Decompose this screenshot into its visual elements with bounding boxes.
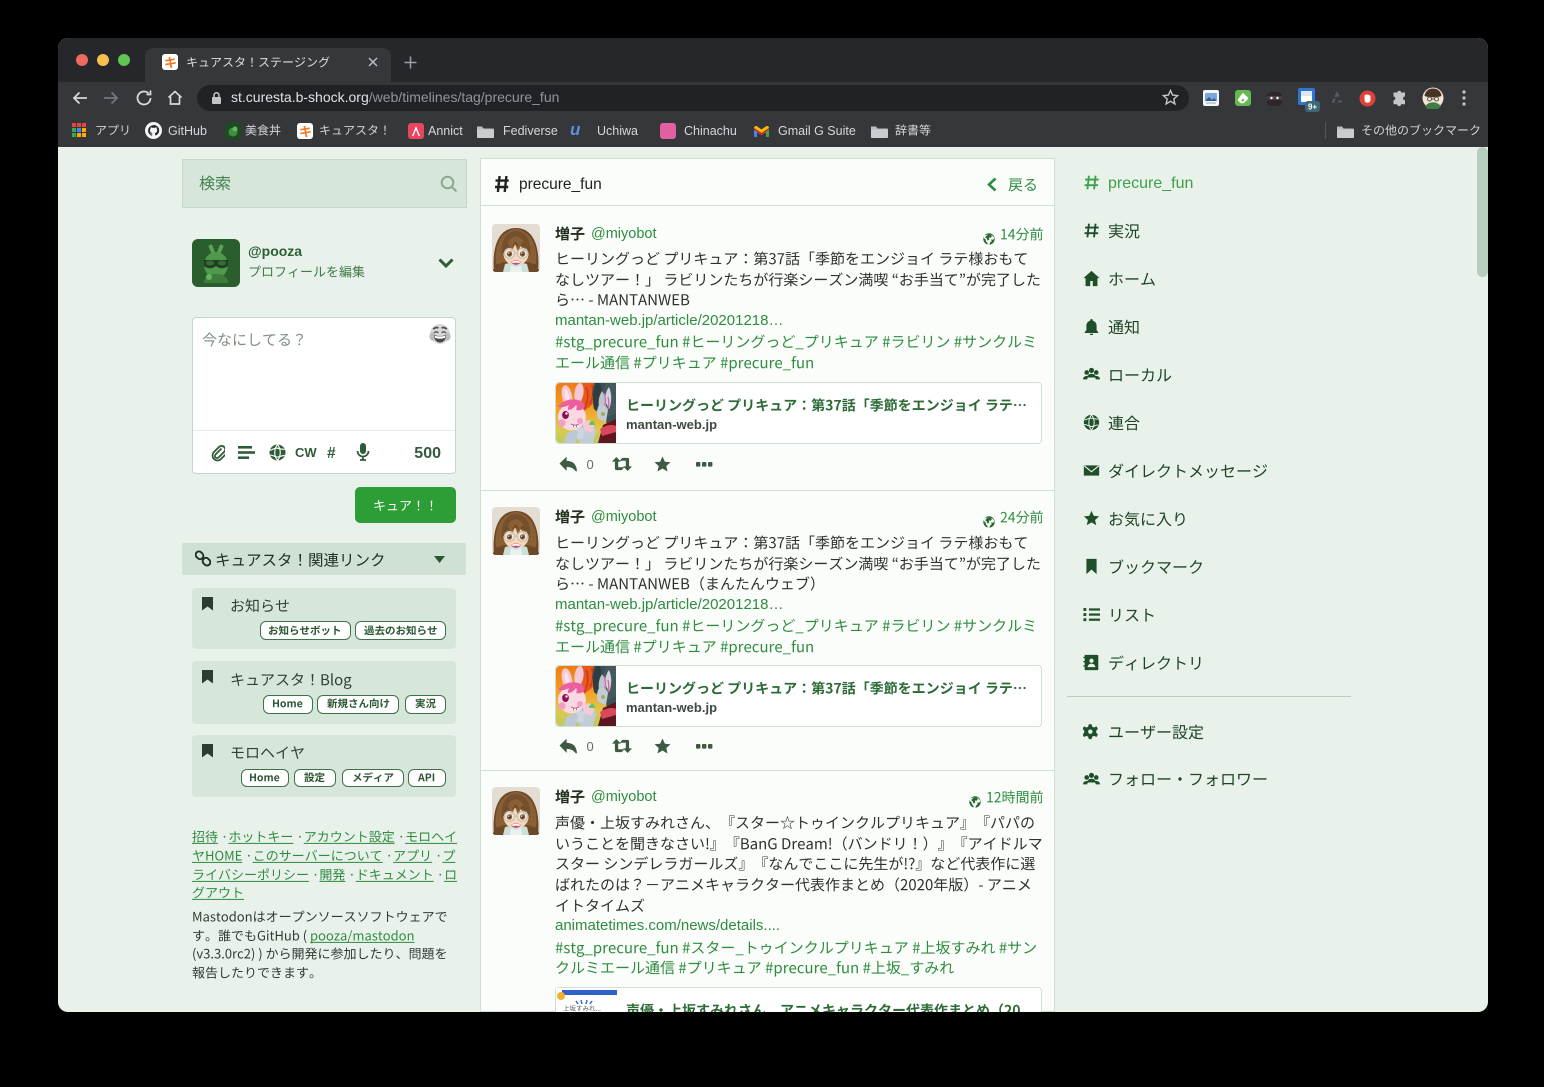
- svg-text:9+: 9+: [1308, 103, 1317, 112]
